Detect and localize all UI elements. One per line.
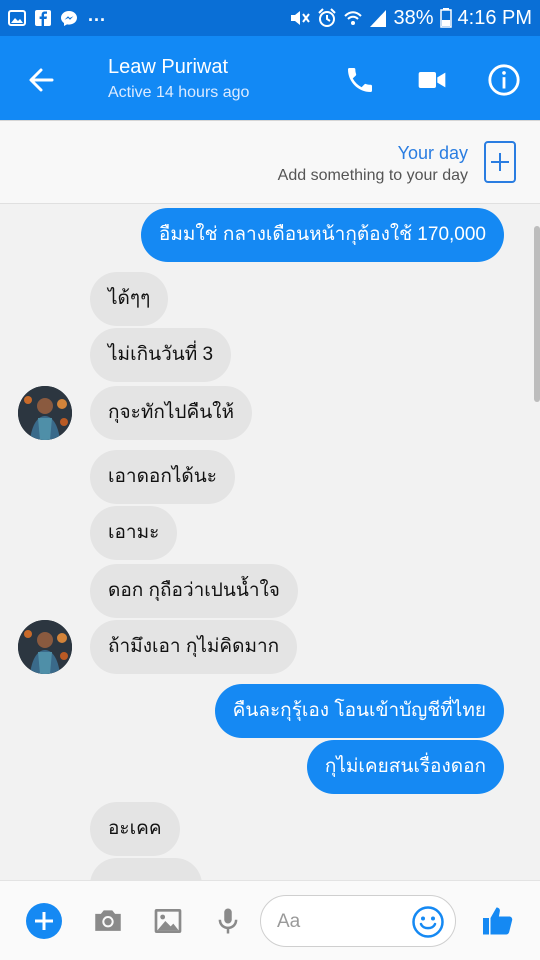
- contact-name[interactable]: Leaw Puriwat: [108, 56, 228, 79]
- contact-active-status: Active 14 hours ago: [108, 84, 250, 101]
- message-bubble-incoming[interactable]: ถ้ามึงเอา กุไม่คิดมาก: [90, 620, 298, 674]
- gallery-notification-icon: [8, 10, 26, 26]
- smiley-icon: [412, 906, 444, 938]
- messenger-screen: ... 38% 4:16 PM Leaw Puriwat Active 14 h…: [0, 0, 540, 960]
- avatar-photo: [18, 386, 72, 440]
- wifi-icon: [344, 11, 363, 25]
- mute-icon: [291, 11, 311, 25]
- camera-button[interactable]: [88, 901, 128, 941]
- your-day-banner[interactable]: Your day Add something to your day: [0, 120, 540, 204]
- microphone-icon: [218, 908, 238, 934]
- info-button[interactable]: [484, 60, 524, 100]
- message-bubble-incoming-partial[interactable]: [90, 858, 202, 880]
- video-camera-icon: [418, 72, 446, 88]
- back-button[interactable]: [22, 60, 62, 100]
- facebook-notification-icon: [35, 10, 51, 26]
- phone-icon: [348, 68, 372, 92]
- battery-icon: [439, 8, 452, 28]
- clock: 4:16 PM: [457, 6, 532, 29]
- emoji-button[interactable]: [411, 905, 445, 939]
- message-composer[interactable]: [260, 895, 456, 947]
- system-indicators: 38% 4:16 PM: [289, 7, 532, 30]
- message-bubble-incoming[interactable]: อะเคค: [90, 802, 180, 856]
- message-bubble-incoming[interactable]: กุจะทักไปคืนให้: [90, 386, 252, 440]
- message-bubble-outgoing[interactable]: กุไม่เคยสนเรื่องดอก: [306, 740, 504, 794]
- signal-icon: [370, 10, 387, 27]
- thumbs-up-icon: [483, 907, 513, 935]
- call-button[interactable]: [340, 60, 380, 100]
- status-bar: ... 38% 4:16 PM: [0, 0, 540, 36]
- message-bubble-incoming[interactable]: เอาดอกได้นะ: [90, 450, 235, 504]
- message-bubble-incoming[interactable]: ได้ๆๆ: [90, 272, 169, 326]
- avatar-photo: [18, 620, 72, 674]
- contact-avatar[interactable]: [18, 620, 72, 674]
- message-bubble-incoming[interactable]: ดอก กุถือว่าเปนน้ำใจ: [90, 564, 298, 618]
- alarm-icon: [318, 8, 337, 27]
- like-button[interactable]: [478, 901, 518, 941]
- message-bubble-incoming[interactable]: ไม่เกินวันที่ 3: [90, 328, 232, 382]
- more-options-button[interactable]: [24, 901, 64, 941]
- message-input[interactable]: [277, 908, 407, 936]
- plus-icon: [491, 153, 509, 171]
- voice-message-button[interactable]: [208, 901, 248, 941]
- your-day-title[interactable]: Your day: [398, 143, 468, 164]
- camera-icon: [95, 910, 121, 931]
- arrow-left-icon: [29, 68, 54, 92]
- video-call-button[interactable]: [412, 60, 452, 100]
- battery-percentage: 38%: [393, 6, 434, 29]
- your-day-subtitle: Add something to your day: [277, 167, 468, 184]
- scrollbar[interactable]: [534, 226, 540, 402]
- conversation-header: Leaw Puriwat Active 14 hours ago: [0, 36, 540, 120]
- info-icon: [488, 64, 520, 96]
- composer-bar: [0, 880, 540, 960]
- add-to-day-button[interactable]: [484, 141, 516, 183]
- message-bubble-incoming[interactable]: เอามะ: [90, 506, 178, 560]
- more-notifications-indicator: ...: [88, 4, 107, 25]
- messenger-notification-icon: [61, 11, 77, 26]
- message-list[interactable]: อืมมใช่ กลางเดือนหน้ากุต้องใช้ 170,000 ไ…: [0, 204, 540, 880]
- plus-circle-icon: [26, 903, 62, 939]
- message-bubble-outgoing[interactable]: คืนละกุรุ้เอง โอนเข้าบัญชีที่ไทย: [214, 684, 504, 738]
- message-bubble-outgoing[interactable]: อืมมใช่ กลางเดือนหน้ากุต้องใช้ 170,000: [140, 208, 504, 262]
- notification-icons: ...: [8, 5, 106, 26]
- contact-avatar[interactable]: [18, 386, 72, 440]
- gallery-button[interactable]: [148, 901, 188, 941]
- image-icon: [154, 909, 182, 933]
